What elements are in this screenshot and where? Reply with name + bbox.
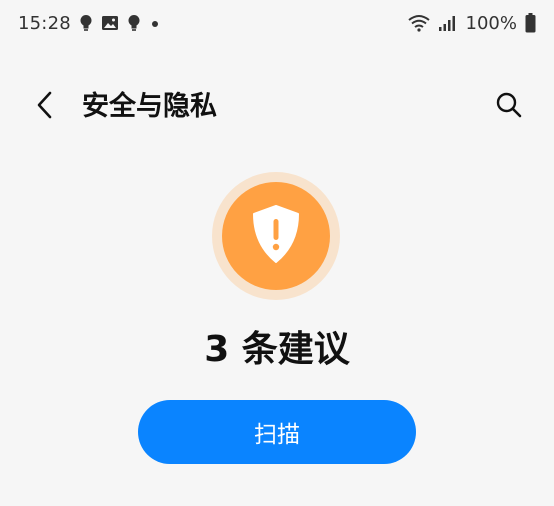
signal-icon xyxy=(438,14,456,32)
status-time: 15:28 xyxy=(18,12,71,34)
battery-percentage: 100% xyxy=(465,12,517,34)
status-bar: 15:28 100% xyxy=(0,0,554,46)
app-bar: 安全与隐私 xyxy=(0,78,554,138)
chevron-left-icon xyxy=(35,90,55,124)
back-button[interactable] xyxy=(28,90,62,124)
search-button[interactable] xyxy=(492,90,526,124)
suggestion-count: 3 条建议 xyxy=(204,329,350,370)
shield-alert-icon xyxy=(250,204,302,268)
security-status-circle xyxy=(222,182,330,290)
page-title: 安全与隐私 xyxy=(82,91,217,122)
status-right: 100% xyxy=(407,12,536,34)
scan-button[interactable]: 扫描 xyxy=(138,400,416,464)
security-status-badge xyxy=(212,172,340,300)
search-icon xyxy=(495,91,523,123)
wifi-icon xyxy=(407,14,430,32)
lightbulb-icon xyxy=(127,14,141,32)
dot-icon xyxy=(149,14,161,32)
battery-icon xyxy=(525,13,536,33)
lightbulb-icon xyxy=(79,14,93,32)
screen: 15:28 100% 安全与隐私 3 条建议 扫描 xyxy=(0,0,554,506)
image-icon xyxy=(101,14,119,32)
status-left: 15:28 xyxy=(18,13,161,34)
